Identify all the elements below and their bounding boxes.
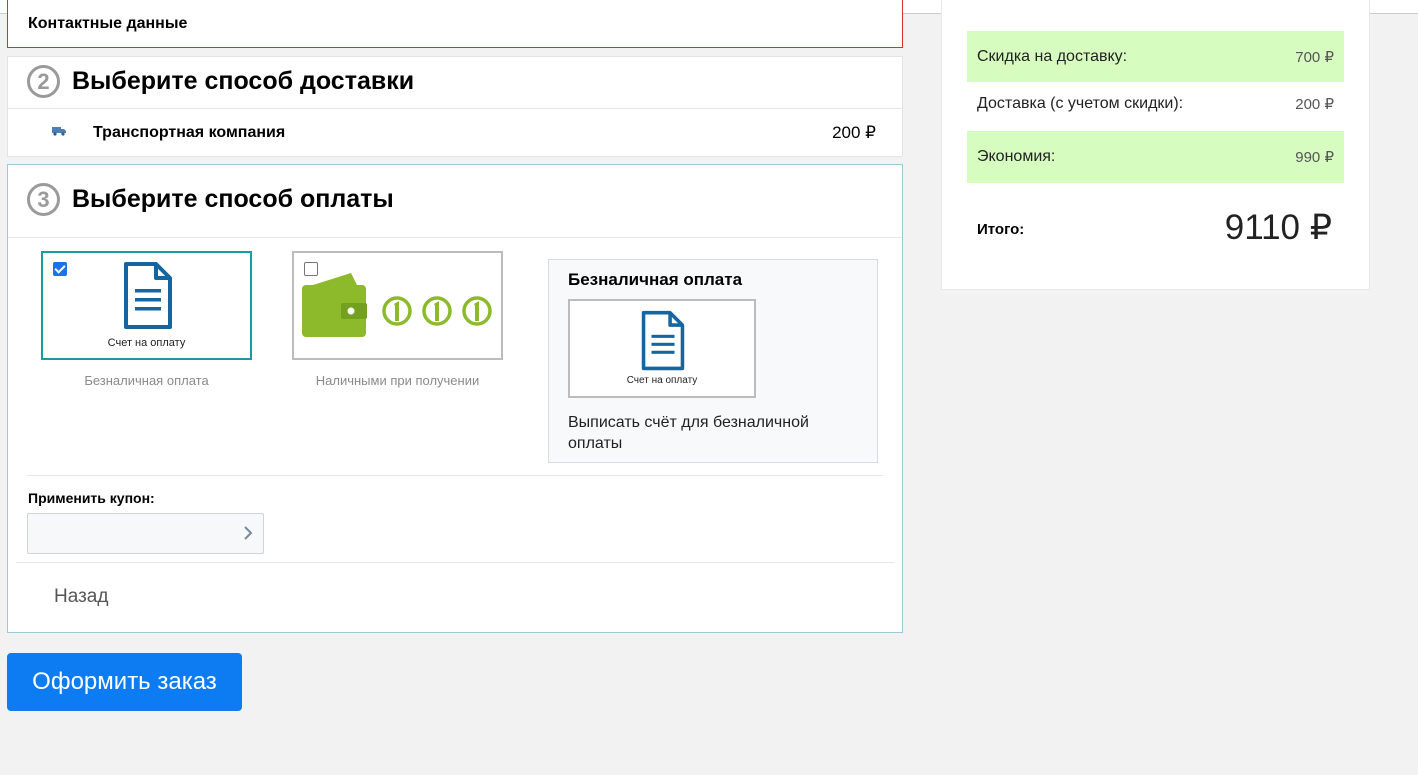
total-label: Итого: — [977, 221, 1025, 238]
step-number: 3 — [27, 183, 60, 216]
delivery-title: Выберите способ доставки — [72, 67, 415, 95]
summary-row: Экономия: 990 ₽ — [967, 131, 1344, 183]
back-link[interactable]: Назад — [54, 586, 108, 608]
order-summary: Скидка на доставку: 700 ₽ Доставка (с уч… — [941, 0, 1370, 290]
delivery-section: 2 Выберите способ доставки Транспортная … — [7, 56, 903, 157]
payment-option-cash[interactable] — [292, 251, 503, 360]
divider — [16, 562, 894, 563]
summary-row-value: 200 ₽ — [1295, 96, 1334, 113]
panel-description: Выписать счёт для безналичной оплаты — [568, 414, 809, 452]
total-value: 9110 ₽ — [1224, 208, 1332, 247]
selected-payment-panel: Безналичная оплата Счет на оплату Выписа… — [548, 259, 878, 463]
summary-row-value: 700 ₽ — [1295, 48, 1334, 66]
chevron-right-icon[interactable] — [242, 525, 254, 541]
step-number: 2 — [27, 65, 60, 98]
coupon-input[interactable] — [27, 513, 264, 554]
payment-option-cashless[interactable]: Счет на оплату — [41, 251, 252, 360]
divider — [27, 475, 883, 476]
cashless-checkbox[interactable] — [53, 262, 67, 276]
wallet-coins-icon — [302, 273, 492, 337]
summary-row-label: Доставка (с учетом скидки): — [977, 95, 1184, 112]
coupon-label: Применить купон: — [28, 490, 155, 506]
payment-option-label: Наличными при получении — [315, 373, 480, 388]
payment-header: 3 Выберите способ оплаты — [27, 183, 394, 216]
payment-section: 3 Выберите способ оплаты Счет на оплату … — [7, 164, 903, 633]
payment-option-label: Безналичная оплата — [84, 373, 209, 388]
payment-title: Выберите способ оплаты — [72, 185, 394, 213]
summary-row-value: 990 ₽ — [1295, 149, 1334, 166]
delivery-method-name: Транспортная компания — [93, 124, 286, 141]
submit-order-button[interactable]: Оформить заказ — [7, 653, 242, 711]
divider — [8, 237, 902, 238]
summary-row: Доставка (с учетом скидки): 200 ₽ — [967, 82, 1344, 126]
contact-section: Контактные данные — [7, 0, 903, 48]
delivery-method-price: 200 ₽ — [832, 123, 876, 142]
invoice-image-text: Счет на оплату — [107, 337, 186, 349]
panel-title: Безналичная оплата — [568, 270, 743, 289]
contact-title: Контактные данные — [28, 15, 188, 32]
invoice-document-icon — [641, 310, 685, 371]
delivery-header: 2 Выберите способ доставки — [27, 65, 414, 98]
panel-image: Счет на оплату — [568, 299, 756, 398]
invoice-image-text: Счет на оплату — [626, 375, 698, 386]
summary-row-label: Скидка на доставку: — [977, 47, 1128, 65]
divider — [8, 108, 902, 109]
summary-row-label: Экономия: — [977, 148, 1056, 165]
invoice-document-icon — [124, 262, 172, 329]
summary-row: Скидка на доставку: 700 ₽ — [967, 31, 1344, 82]
truck-icon — [52, 127, 66, 136]
